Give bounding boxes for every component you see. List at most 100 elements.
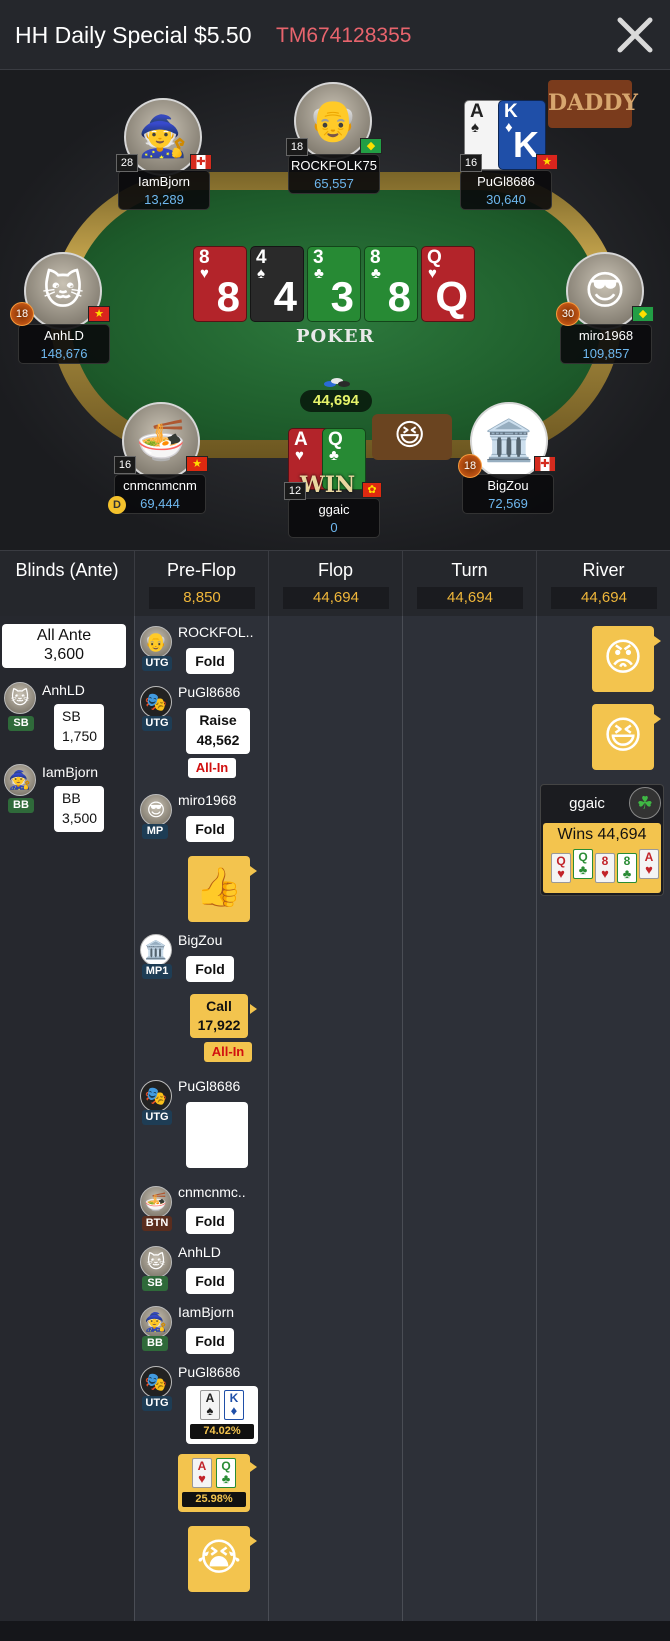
best-hand-card: 8 ♣	[617, 853, 637, 883]
bb-amount: 3,500	[62, 810, 98, 826]
level-badge: 16	[114, 456, 136, 474]
sb-label: SB	[62, 708, 81, 724]
avatar-miro-mini: 😎	[140, 794, 172, 826]
emoji-laugh-bubble: 😆	[372, 414, 452, 460]
player-name: ROCKFOL..	[178, 624, 254, 640]
tournament-title: HH Daily Special $5.50	[15, 22, 252, 48]
street-label: Blinds (Ante)	[15, 560, 119, 580]
player-chips: 65,557	[314, 176, 354, 191]
flag-vietnam-icon: ★	[88, 306, 110, 322]
player-name: PuGl8686	[178, 1078, 241, 1094]
allin-badge: All-In	[204, 1042, 252, 1062]
street-pot: 44,694	[283, 587, 389, 609]
mini-card-queen-clubs: Q ♣	[216, 1458, 236, 1488]
board-card-3: 3 ♣ 3	[307, 246, 361, 322]
position-badge: SB	[8, 716, 34, 731]
seat-plate-cnmcnmcnm: cnmcnmcnm 69,444	[114, 474, 206, 514]
player-chips: 148,676	[40, 346, 88, 361]
call-amount: 17,922	[197, 1017, 241, 1033]
position-badge: BTN	[142, 1216, 172, 1231]
table-logo: POKER	[296, 326, 375, 347]
player-name: miro1968	[178, 792, 237, 808]
allin-badge: All-In	[188, 758, 236, 778]
cry-sticker-icon: 😭	[188, 1526, 250, 1592]
player-name: AnhLD	[44, 328, 84, 343]
player-name: PuGl8686	[178, 1364, 241, 1380]
position-badge: MP	[142, 824, 168, 839]
seat-plate-ggaic: ggaic 0	[288, 498, 380, 538]
fold-action: Fold	[186, 648, 234, 674]
avatar-iambjorn-mini: 🧙	[4, 764, 36, 796]
player-chips: 69,444	[140, 496, 180, 511]
avatar-pugl-mini: 🎭	[140, 1080, 172, 1112]
player-name: IamBjorn	[137, 174, 191, 189]
player-chips: 13,289	[144, 192, 184, 207]
level-badge: 30	[556, 302, 580, 326]
player-name: IamBjorn	[42, 764, 99, 780]
player-name: ROCKFOLK75	[291, 158, 377, 173]
cry-sticker-icon: 😭	[186, 1102, 248, 1168]
wins-amount: Wins 44,694	[557, 826, 647, 843]
seat-plate-miro1968: miro1968 109,857	[560, 324, 652, 364]
best-hand-card: Q ♣	[573, 849, 593, 879]
avatar-rockfolk-mini: 👴	[140, 626, 172, 658]
position-badge: UTG	[142, 1110, 172, 1125]
column-divider	[536, 616, 537, 1621]
street-preflop[interactable]: Pre-Flop 8,850	[134, 551, 268, 617]
player-chips: 0	[330, 520, 338, 535]
winner-name: ggaic	[569, 795, 605, 812]
street-turn[interactable]: Turn 44,694	[402, 551, 536, 617]
laugh-sticker-icon: 😆	[592, 704, 654, 770]
level-badge: 18	[10, 302, 34, 326]
level-badge: 16	[460, 154, 482, 172]
street-blinds[interactable]: Blinds (Ante)	[0, 551, 134, 617]
close-icon[interactable]	[614, 14, 656, 56]
fold-action: Fold	[186, 1328, 234, 1354]
player-chips: 72,569	[488, 496, 528, 511]
best-hand-card: Q ♥	[551, 853, 571, 883]
position-badge: BB	[142, 1336, 168, 1351]
fold-action: Fold	[186, 956, 234, 982]
angry-sticker-icon: 😡	[592, 626, 654, 692]
action-history[interactable]: All Ante 3,600 🐱 SB AnhLD SB 1,750 🧙 BB …	[0, 616, 670, 1621]
position-badge: BB	[8, 798, 34, 813]
flag-brazil-icon: ◆	[632, 306, 654, 322]
hand-history-screen: HH Daily Special $5.50 TM674128355 8 ♥ 8 4…	[0, 0, 670, 1641]
best-hand-card: A ♥	[639, 849, 659, 879]
position-badge: UTG	[142, 656, 172, 671]
board-card-1: 8 ♥ 8	[193, 246, 247, 322]
player-name: miro1968	[578, 328, 634, 343]
bubble-tail	[250, 1536, 257, 1546]
street-label: Pre-Flop	[166, 560, 237, 580]
raise-label: Raise	[199, 712, 237, 728]
player-name: AnhLD	[178, 1244, 221, 1260]
street-header-row: Blinds (Ante) Pre-Flop 8,850 Flop 44,694…	[0, 550, 670, 617]
equity-percent: 74.02%	[190, 1424, 254, 1439]
winner-panel: ggaic ☘ Wins 44,694 Q ♥ Q ♣ 8 ♥ 8 ♣ A ♥	[540, 784, 664, 896]
mini-card-king-diamonds: K ♦	[224, 1390, 244, 1420]
bubble-tail	[250, 1462, 257, 1472]
avatar-bigzou-mini: 🏛️	[140, 934, 172, 966]
thumbs-up-sticker-icon: 👍	[188, 856, 250, 922]
player-name: BigZou	[487, 478, 529, 493]
level-badge: 18	[458, 454, 482, 478]
wins-panel: Wins 44,694 Q ♥ Q ♣ 8 ♥ 8 ♣ A ♥	[543, 823, 661, 893]
street-label: Turn	[451, 560, 488, 580]
mini-card-ace-spades: A ♠	[200, 1390, 220, 1420]
street-label: River	[582, 560, 625, 580]
position-badge: MP1	[142, 964, 172, 979]
bb-label: BB	[62, 790, 81, 806]
seat-plate-pugl8686: PuGl8686 30,640	[460, 170, 552, 210]
raise-amount: 48,562	[196, 732, 240, 748]
street-river[interactable]: River 44,694	[536, 551, 670, 617]
position-badge: UTG	[142, 716, 172, 731]
position-badge: UTG	[142, 1396, 172, 1411]
street-flop[interactable]: Flop 44,694	[268, 551, 402, 617]
dealer-button: D	[108, 496, 126, 514]
bubble-tail	[250, 866, 257, 876]
board-card-2: 4 ♠ 4	[250, 246, 304, 322]
flag-canada-icon: ✚	[190, 154, 212, 170]
level-badge: 12	[284, 482, 306, 500]
player-name: IamBjorn	[178, 1304, 235, 1320]
flag-brazil-icon: ◆	[360, 138, 382, 154]
